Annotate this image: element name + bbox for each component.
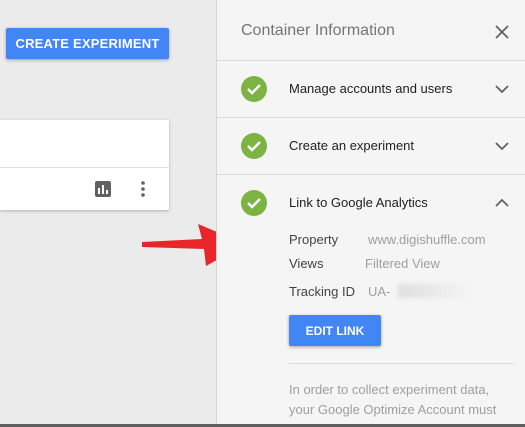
- views-label: Views: [289, 256, 324, 271]
- create-experiment-button[interactable]: CREATE EXPERIMENT: [6, 28, 169, 59]
- card-divider: [0, 167, 169, 168]
- container-information-panel: Container Information Manage accounts an…: [216, 0, 525, 427]
- report-icon[interactable]: [95, 181, 111, 197]
- step-label: Create an experiment: [289, 138, 415, 153]
- check-icon: [241, 133, 267, 159]
- kebab-menu-icon[interactable]: [137, 180, 149, 198]
- edit-link-button[interactable]: EDIT LINK: [289, 315, 381, 346]
- chevron-down-icon[interactable]: [495, 141, 509, 151]
- chevron-up-icon[interactable]: [495, 198, 509, 208]
- check-icon: [241, 76, 267, 102]
- tracking-id-value: UA-: [368, 284, 391, 299]
- step-manage-accounts[interactable]: Manage accounts and users: [217, 61, 525, 117]
- views-value: Filtered View: [365, 256, 440, 271]
- tracking-id-label: Tracking ID: [289, 284, 355, 299]
- property-label: Property: [289, 232, 339, 247]
- info-text-line: your Google Optimize Account must: [289, 402, 497, 417]
- property-value: www.digishuffle.com: [368, 232, 486, 247]
- chevron-down-icon[interactable]: [495, 84, 509, 94]
- step-label: Manage accounts and users: [289, 81, 453, 96]
- close-icon[interactable]: [494, 24, 510, 40]
- step-create-experiment[interactable]: Create an experiment: [217, 118, 525, 174]
- divider: [289, 363, 514, 364]
- info-text-line: In order to collect experiment data,: [289, 382, 490, 397]
- step-link-google-analytics[interactable]: Link to Google Analytics: [217, 175, 525, 231]
- info-text: In order to collect experiment data, you…: [289, 380, 514, 420]
- redacted-tracking-id: [398, 284, 468, 298]
- check-icon: [241, 190, 267, 216]
- step-label: Link to Google Analytics: [289, 195, 428, 210]
- panel-title: Container Information: [241, 22, 395, 39]
